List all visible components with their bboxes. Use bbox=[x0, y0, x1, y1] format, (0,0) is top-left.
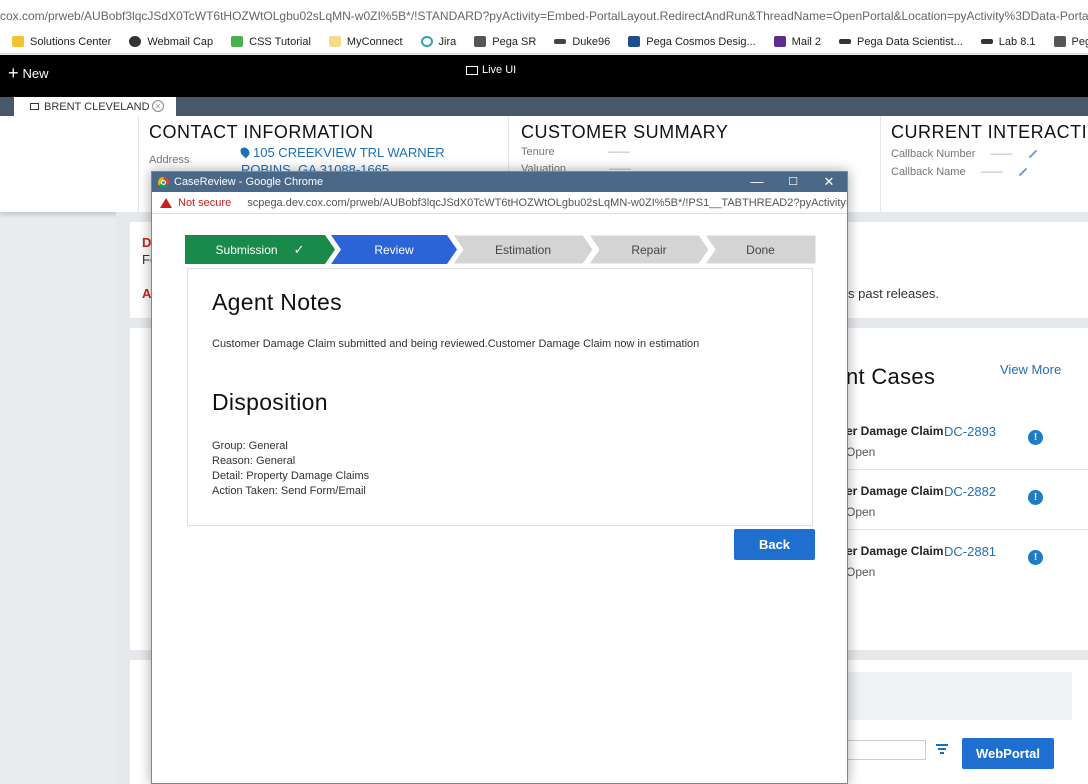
releases-text: s past releases. bbox=[848, 286, 940, 301]
case-review-popup-window: CaseReview - Google Chrome — ☐ ✕ Not sec… bbox=[151, 171, 848, 784]
case-id-link[interactable]: DC-2893 bbox=[944, 424, 996, 439]
popup-url[interactable]: scpega.dev.cox.com/prweb/AUBobf3lqcJSdX0… bbox=[247, 197, 847, 209]
tenure-row: Tenure —— bbox=[521, 146, 630, 158]
bookmark-solutions-center[interactable]: Solutions Center bbox=[12, 36, 111, 48]
jira-icon bbox=[420, 36, 433, 47]
disposition-action: Action Taken: Send Form/Email bbox=[212, 485, 366, 497]
case-row[interactable]: er Damage Claim DC-2882 Open ! bbox=[846, 470, 1088, 530]
globe-icon bbox=[129, 36, 142, 47]
recent-cases-title: nt Cases bbox=[846, 364, 936, 389]
edit-pencil-icon[interactable] bbox=[1018, 167, 1027, 177]
current-interaction-section: CURRENT INTERACTIO Callback Number —— Ca… bbox=[880, 116, 1088, 212]
webportal-button[interactable]: WebPortal bbox=[962, 738, 1054, 769]
plus-icon: + bbox=[8, 63, 19, 83]
popup-title: CaseReview - Google Chrome bbox=[174, 176, 324, 188]
image-icon bbox=[474, 36, 487, 47]
interaction-tab-strip: BRENT CLEVELAND × bbox=[0, 97, 1088, 116]
bookmark-pega-8-3-local[interactable]: Pega 8.3 Local bbox=[1053, 36, 1088, 48]
popup-address-bar[interactable]: Not secure scpega.dev.cox.com/prweb/AUBo… bbox=[152, 192, 847, 214]
disposition-title: Disposition bbox=[212, 389, 328, 415]
edit-pencil-icon[interactable] bbox=[1028, 149, 1037, 159]
bookmark-mail-2[interactable]: Mail 2 bbox=[773, 36, 821, 48]
address-label: Address bbox=[149, 154, 190, 166]
info-alert-icon: ! bbox=[1028, 430, 1043, 445]
info-alert-icon: ! bbox=[1028, 490, 1043, 505]
checkmark-icon: ✓ bbox=[293, 241, 305, 257]
alert-text-a: A bbox=[142, 286, 152, 301]
back-button[interactable]: Back bbox=[734, 529, 815, 560]
case-row[interactable]: er Damage Claim DC-2893 Open ! bbox=[846, 410, 1088, 470]
pega-icon bbox=[839, 39, 852, 44]
popup-title-bar[interactable]: CaseReview - Google Chrome — ☐ ✕ bbox=[152, 172, 847, 192]
case-id-link[interactable]: DC-2881 bbox=[944, 544, 996, 559]
bottom-card-header bbox=[846, 672, 1072, 720]
agent-notes-text: Customer Damage Claim submitted and bein… bbox=[212, 338, 700, 350]
folder-icon bbox=[12, 36, 24, 47]
w3-icon bbox=[231, 36, 244, 47]
agent-notes-card: Agent Notes Customer Damage Claim submit… bbox=[187, 268, 813, 526]
alert-text-d: D bbox=[142, 235, 152, 250]
stage-submission: Submission ✓ bbox=[185, 235, 335, 264]
bookmark-myconnect[interactable]: MyConnect bbox=[328, 36, 403, 48]
new-button[interactable]: + New bbox=[8, 63, 49, 83]
close-window-icon[interactable]: ✕ bbox=[814, 172, 844, 192]
map-pin-icon bbox=[238, 145, 252, 159]
case-stage-stepper: Submission ✓ Review Estimation Repair Do… bbox=[185, 235, 816, 264]
p-logo-icon bbox=[628, 36, 641, 47]
pega-icon bbox=[554, 39, 567, 44]
customer-summary-title: CUSTOMER SUMMARY bbox=[521, 122, 729, 142]
live-ui-button[interactable]: Live UI bbox=[466, 64, 516, 76]
info-alert-icon: ! bbox=[1028, 550, 1043, 565]
app-header: + New Live UI bbox=[0, 55, 1088, 97]
filter-icon[interactable] bbox=[936, 744, 948, 756]
disposition-group: Group: General bbox=[212, 440, 288, 452]
bookmark-css-tutorial[interactable]: CSS Tutorial bbox=[231, 36, 311, 48]
pega-icon bbox=[980, 39, 993, 44]
case-id-link[interactable]: DC-2882 bbox=[944, 484, 996, 499]
chat-icon bbox=[30, 103, 39, 110]
close-tab-icon[interactable]: × bbox=[152, 100, 164, 112]
tab-brent-cleveland[interactable]: BRENT CLEVELAND × bbox=[14, 97, 176, 116]
current-interaction-title: CURRENT INTERACTIO bbox=[891, 122, 1088, 142]
chrome-logo-icon bbox=[158, 176, 169, 188]
not-secure-label[interactable]: Not secure bbox=[178, 197, 231, 209]
bookmarks-bar: Solutions Center Webmail Cap CSS Tutoria… bbox=[0, 30, 1088, 54]
myconnect-icon bbox=[328, 36, 341, 47]
agent-notes-title: Agent Notes bbox=[212, 289, 342, 315]
mail-icon bbox=[773, 36, 786, 47]
monitor-icon bbox=[466, 65, 478, 75]
bookmark-pega-cosmos[interactable]: Pega Cosmos Desig... bbox=[628, 36, 756, 48]
warning-icon bbox=[160, 197, 172, 208]
view-more-link[interactable]: View More bbox=[1000, 362, 1061, 377]
stage-estimation: Estimation bbox=[453, 235, 593, 264]
maximize-icon[interactable]: ☐ bbox=[778, 172, 808, 192]
browser-url[interactable]: cox.com/prweb/AUBobf3lqcJSdX0TcWT6tHOZWt… bbox=[0, 9, 1088, 23]
bookmark-duke96[interactable]: Duke96 bbox=[554, 36, 610, 48]
image-icon bbox=[1053, 36, 1066, 47]
bookmark-lab-8-1[interactable]: Lab 8.1 bbox=[980, 36, 1036, 48]
disposition-details: Group: General Reason: General Detail: P… bbox=[212, 439, 369, 499]
stage-done: Done bbox=[705, 235, 816, 264]
callback-number-row: Callback Number —— bbox=[891, 148, 1038, 160]
bookmark-webmail-cap[interactable]: Webmail Cap bbox=[129, 36, 213, 48]
stage-review: Review bbox=[331, 235, 457, 264]
bookmark-jira[interactable]: Jira bbox=[420, 36, 456, 48]
browser-url-bar[interactable]: cox.com/prweb/AUBobf3lqcJSdX0TcWT6tHOZWt… bbox=[0, 0, 1088, 30]
minimize-icon[interactable]: — bbox=[742, 172, 772, 192]
disposition-detail: Detail: Property Damage Claims bbox=[212, 470, 370, 482]
search-input[interactable] bbox=[846, 740, 926, 760]
stage-repair: Repair bbox=[589, 235, 709, 264]
bookmark-pega-data-scientist[interactable]: Pega Data Scientist... bbox=[839, 36, 963, 48]
bookmark-pega-sr[interactable]: Pega SR bbox=[474, 36, 536, 48]
case-row[interactable]: er Damage Claim DC-2881 Open ! bbox=[846, 530, 1088, 590]
callback-name-row: Callback Name —— bbox=[891, 166, 1028, 178]
disposition-reason: Reason: General bbox=[212, 455, 296, 467]
contact-information-title: CONTACT INFORMATION bbox=[149, 122, 374, 142]
